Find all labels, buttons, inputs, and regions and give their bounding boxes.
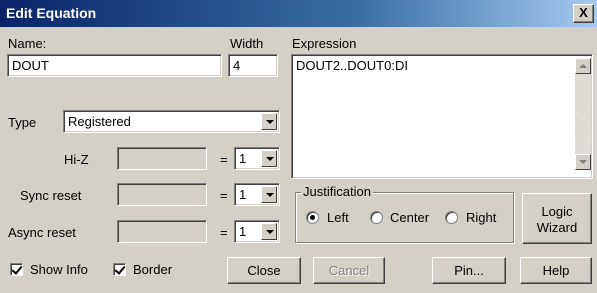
sync-reset-label: Sync reset (20, 188, 82, 203)
chevron-down-icon (261, 113, 277, 130)
hiz-level-select[interactable]: 1 (234, 147, 280, 170)
edit-equation-dialog: Edit Equation X Name: DOUT Width 4 Expre… (0, 0, 597, 293)
width-label: Width (230, 36, 264, 51)
hiz-label: Hi-Z (64, 152, 89, 167)
sync-reset-level-value: 1 (239, 187, 247, 202)
scroll-up-icon[interactable] (575, 58, 591, 74)
hiz-input[interactable] (117, 147, 207, 170)
name-label: Name: (8, 36, 47, 51)
async-reset-label: Async reset (8, 225, 76, 240)
sync-reset-input[interactable] (117, 183, 207, 206)
close-window-button[interactable]: X (573, 4, 594, 23)
justify-center-label[interactable]: Center (390, 210, 429, 226)
justify-center-radio[interactable] (370, 211, 383, 224)
justify-right-label[interactable]: Right (466, 210, 496, 226)
justify-left-radio[interactable] (306, 211, 319, 224)
title-bar[interactable]: Edit Equation X (0, 0, 597, 27)
type-value: Registered (68, 114, 131, 129)
type-label: Type (8, 115, 37, 130)
dialog-title: Edit Equation (6, 5, 97, 21)
async-reset-level-select[interactable]: 1 (234, 220, 280, 243)
scroll-down-icon[interactable] (575, 154, 591, 170)
cancel-button-label: Cancel (328, 262, 370, 278)
width-value: 4 (233, 58, 241, 73)
hiz-level-value: 1 (239, 151, 247, 166)
justify-left-label[interactable]: Left (327, 210, 349, 226)
sync-reset-level-select[interactable]: 1 (234, 183, 280, 206)
justify-right-radio[interactable] (445, 211, 458, 224)
close-icon: X (579, 5, 588, 20)
chevron-down-icon (261, 186, 277, 203)
name-input[interactable]: DOUT (7, 54, 222, 77)
border-checkbox[interactable] (113, 263, 126, 276)
border-label[interactable]: Border (133, 262, 172, 278)
logic-wizard-label-1: Logic (541, 204, 573, 219)
expression-value: DOUT2..DOUT0:DI (296, 58, 408, 73)
justification-label: Justification (301, 184, 373, 200)
pin-button-label: Pin... (454, 262, 484, 278)
expression-textarea[interactable]: DOUT2..DOUT0:DI (291, 54, 593, 179)
width-input[interactable]: 4 (228, 54, 278, 77)
chevron-down-icon (261, 150, 277, 167)
cancel-button[interactable]: Cancel (313, 257, 385, 284)
name-value: DOUT (12, 58, 49, 73)
async-reset-input[interactable] (117, 220, 207, 243)
close-button[interactable]: Close (227, 257, 301, 284)
logic-wizard-button[interactable]: Logic Wizard (522, 193, 592, 244)
pin-button[interactable]: Pin... (432, 257, 506, 284)
hiz-equals: = (220, 152, 228, 167)
type-select[interactable]: Registered (63, 110, 280, 133)
sync-reset-equals: = (220, 188, 228, 203)
async-reset-equals: = (220, 225, 228, 240)
expression-label: Expression (292, 36, 357, 51)
show-info-label[interactable]: Show Info (30, 262, 88, 278)
help-button-label: Help (542, 262, 570, 278)
close-button-label: Close (247, 262, 281, 278)
logic-wizard-label-2: Wizard (536, 220, 578, 235)
expression-scrollbar-track[interactable] (575, 74, 591, 154)
async-reset-level-value: 1 (239, 224, 247, 239)
help-button[interactable]: Help (520, 257, 592, 284)
chevron-down-icon (261, 223, 277, 240)
show-info-checkbox[interactable] (10, 263, 23, 276)
